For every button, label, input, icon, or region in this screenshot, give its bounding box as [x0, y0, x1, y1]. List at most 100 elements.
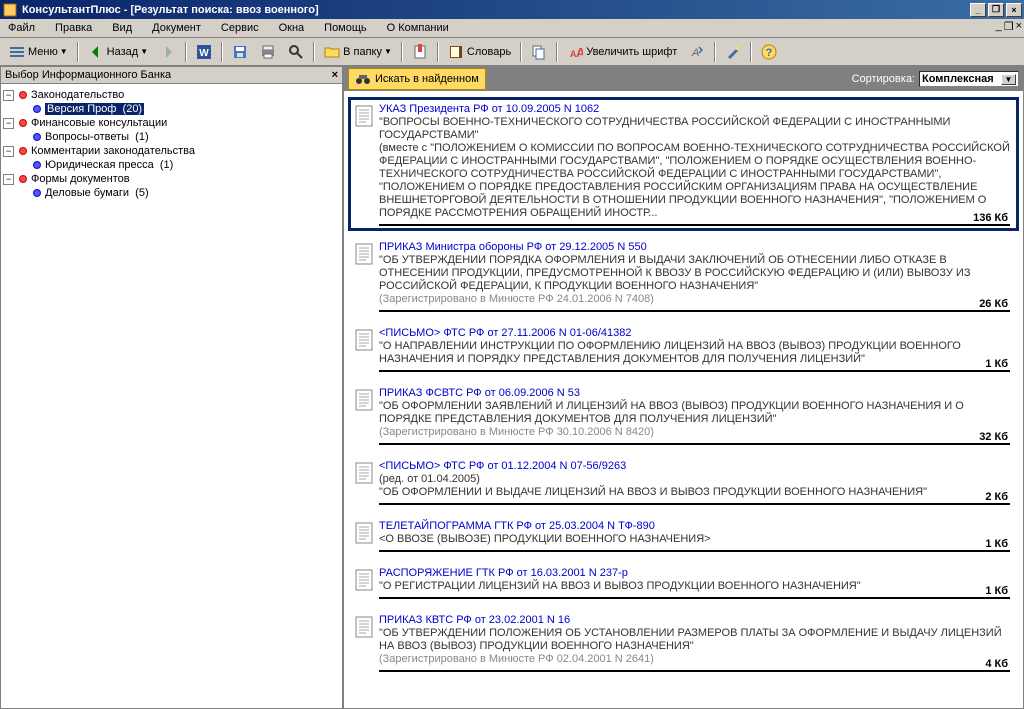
find-in-results-button[interactable]: Искать в найденном: [348, 68, 486, 90]
tree-child-node[interactable]: Версия Проф (20): [31, 102, 340, 116]
zoom-button[interactable]: AA Увеличить шрифт: [562, 41, 682, 63]
tree-label[interactable]: Комментарии законодательства: [31, 145, 195, 157]
tree-label[interactable]: Финансовые консультации: [31, 117, 167, 129]
word-icon: W: [196, 44, 212, 60]
tree-toggle[interactable]: −: [3, 174, 14, 185]
result-item[interactable]: ПРИКАЗ КВТС РФ от 23.02.2001 N 16"ОБ УТВ…: [348, 608, 1019, 677]
result-item[interactable]: ПРИКАЗ ФСВТС РФ от 06.09.2006 N 53"ОБ ОФ…: [348, 381, 1019, 450]
result-item[interactable]: <ПИСЬМО> ФТС РФ от 27.11.2006 N 01-06/41…: [348, 321, 1019, 377]
menu-document[interactable]: Документ: [148, 20, 205, 36]
menu-button[interactable]: Меню ▼: [4, 41, 73, 63]
tree-node[interactable]: − Финансовые консультации: [3, 116, 340, 130]
result-item[interactable]: ТЕЛЕТАЙПОГРАММА ГТК РФ от 25.03.2004 N Т…: [348, 514, 1019, 557]
search-button[interactable]: [283, 41, 309, 63]
sidebar: Выбор Информационного Банка × − Законодат…: [0, 66, 343, 709]
result-item[interactable]: <ПИСЬМО> ФТС РФ от 01.12.2004 N 07-56/92…: [348, 454, 1019, 510]
main-area: Выбор Информационного Банка × − Законодат…: [0, 66, 1024, 709]
tree-toggle[interactable]: −: [3, 118, 14, 129]
menu-about[interactable]: О Компании: [383, 20, 453, 36]
sidebar-close-button[interactable]: ×: [332, 69, 338, 81]
back-button-label: Назад: [107, 46, 139, 58]
result-title: <ПИСЬМО> ФТС РФ от 01.12.2004 N 07-56/92…: [379, 460, 1010, 473]
forward-button[interactable]: [155, 41, 181, 63]
tree-child-label[interactable]: Вопросы-ответы (1): [45, 131, 149, 143]
tree-label[interactable]: Законодательство: [31, 89, 124, 101]
folder-button[interactable]: В папку ▼: [319, 41, 397, 63]
tree-node[interactable]: − Комментарии законодательства: [3, 144, 340, 158]
result-divider: 4 Кб: [379, 670, 1010, 672]
forward-icon: [160, 44, 176, 60]
document-icon: [355, 522, 373, 544]
result-text: "О НАПРАВЛЕНИИ ИНСТРУКЦИИ ПО ОФОРМЛЕНИЮ …: [379, 340, 1010, 366]
tree-child-label[interactable]: Юридическая пресса (1): [45, 159, 173, 171]
wizard-button[interactable]: [720, 41, 746, 63]
menu-file[interactable]: Файл: [4, 20, 39, 36]
doc-minimize-button[interactable]: _: [996, 20, 1002, 33]
tree-toggle[interactable]: −: [3, 90, 14, 101]
bookmark-button[interactable]: [407, 41, 433, 63]
result-title: <ПИСЬМО> ФТС РФ от 27.11.2006 N 01-06/41…: [379, 327, 1010, 340]
menu-service[interactable]: Сервис: [217, 20, 263, 36]
toolbar: Меню ▼ Назад ▼ W В папку ▼ Словарь: [0, 38, 1024, 66]
tree-child-node[interactable]: Вопросы-ответы (1): [31, 130, 340, 144]
bullet-icon: [33, 189, 41, 197]
tree-child-node[interactable]: Юридическая пресса (1): [31, 158, 340, 172]
result-title: УКАЗ Президента РФ от 10.09.2005 N 1062: [379, 103, 1010, 116]
dict-button[interactable]: Словарь: [443, 41, 516, 63]
tree-child-label[interactable]: Деловые бумаги (5): [45, 187, 149, 199]
chevron-down-icon: ▼: [60, 47, 68, 56]
titlebar: КонсультантПлюс - [Результат поиска: вво…: [0, 0, 1024, 19]
bullet-icon: [19, 119, 27, 127]
tree-child-node[interactable]: Деловые бумаги (5): [31, 186, 340, 200]
result-reg: (Зарегистрировано в Минюсте РФ 30.10.200…: [379, 426, 1010, 439]
result-size: 1 Кб: [981, 585, 1008, 597]
save-button[interactable]: [227, 41, 253, 63]
result-title: ПРИКАЗ КВТС РФ от 23.02.2001 N 16: [379, 614, 1010, 627]
result-item[interactable]: РАСПОРЯЖЕНИЕ ГТК РФ от 16.03.2001 N 237-…: [348, 561, 1019, 604]
sidebar-header: Выбор Информационного Банка ×: [1, 67, 342, 84]
tree-toggle[interactable]: −: [3, 146, 14, 157]
help-icon: ?: [761, 44, 777, 60]
tree-node[interactable]: − Формы документов: [3, 172, 340, 186]
print-button[interactable]: [255, 41, 281, 63]
svg-text:W: W: [199, 48, 209, 59]
document-icon: [355, 389, 373, 411]
bullet-icon: [33, 161, 41, 169]
result-size: 26 Кб: [975, 298, 1008, 310]
result-item[interactable]: ПРИКАЗ Министра обороны РФ от 29.12.2005…: [348, 235, 1019, 317]
result-divider: 1 Кб: [379, 550, 1010, 552]
print-icon: [260, 44, 276, 60]
word-button[interactable]: W: [191, 41, 217, 63]
menu-view[interactable]: Вид: [108, 20, 136, 36]
bullet-icon: [19, 175, 27, 183]
minimize-button[interactable]: _: [970, 3, 986, 17]
copy-button[interactable]: [526, 41, 552, 63]
find-button-label: Искать в найденном: [375, 73, 479, 85]
result-item[interactable]: УКАЗ Президента РФ от 10.09.2005 N 1062"…: [348, 97, 1019, 231]
tree-child-label[interactable]: Версия Проф (20): [45, 103, 144, 115]
menu-edit[interactable]: Правка: [51, 20, 96, 36]
document-icon: [355, 462, 373, 484]
back-button[interactable]: Назад ▼: [83, 41, 153, 63]
tree-node[interactable]: − Законодательство: [3, 88, 340, 102]
help-button[interactable]: ?: [756, 41, 782, 63]
result-title: ПРИКАЗ ФСВТС РФ от 06.09.2006 N 53: [379, 387, 1010, 400]
svg-text:A: A: [576, 45, 583, 60]
close-button[interactable]: ×: [1006, 3, 1022, 17]
menu-help[interactable]: Помощь: [320, 20, 371, 36]
binoculars-icon: [355, 71, 371, 87]
doc-maximize-button[interactable]: ❐: [1004, 20, 1014, 33]
doc-close-button[interactable]: ×: [1016, 20, 1022, 33]
font-icon: A: [689, 44, 705, 60]
result-text: "ОБ УТВЕРЖДЕНИИ ПОЛОЖЕНИЯ ОБ УСТАНОВЛЕНИ…: [379, 627, 1010, 653]
font-button[interactable]: A: [684, 41, 710, 63]
font-size-icon: AA: [567, 44, 583, 60]
results-list[interactable]: УКАЗ Президента РФ от 10.09.2005 N 1062 "…: [344, 91, 1023, 708]
menu-windows[interactable]: Окна: [275, 20, 309, 36]
app-icon: [2, 2, 18, 18]
tree[interactable]: − Законодательство Версия Проф (20) − Финанс…: [1, 84, 342, 708]
maximize-button[interactable]: ❐: [988, 3, 1004, 17]
sort-select[interactable]: Комплексная ▼: [919, 71, 1019, 87]
tree-label[interactable]: Формы документов: [31, 173, 130, 185]
result-title: ПРИКАЗ Министра обороны РФ от 29.12.2005…: [379, 241, 1010, 254]
